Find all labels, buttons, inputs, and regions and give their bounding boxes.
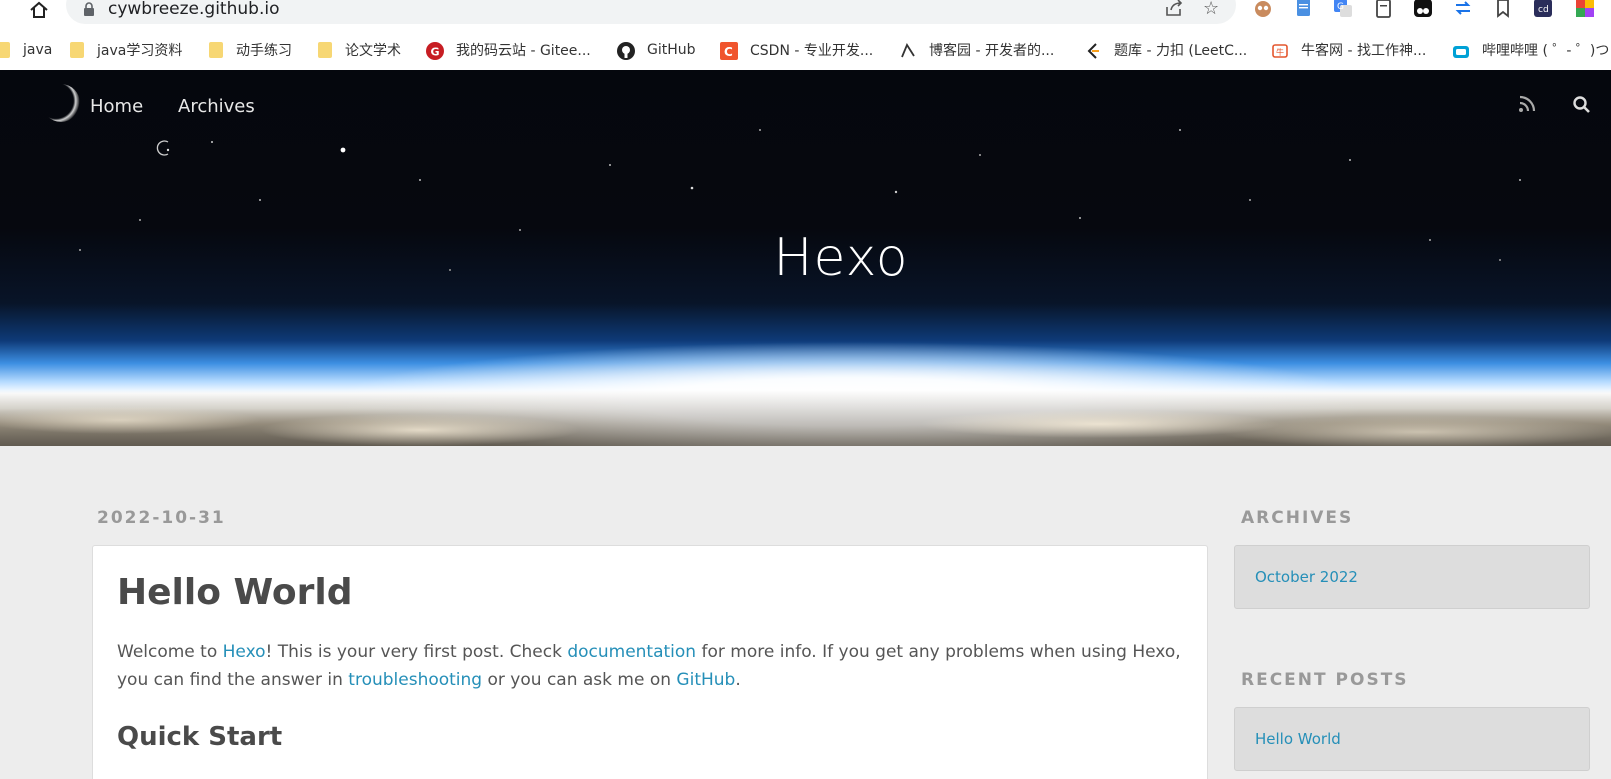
recent-posts-widget: Hello World [1234,707,1590,771]
bookmark-label: 题库 - 力扣 (LeetC... [1114,43,1248,59]
recent-posts-widget-title: RECENT POSTS [1241,670,1409,690]
rss-icon[interactable] [1518,95,1536,113]
svg-text:C: C [724,45,733,59]
nowcoder-icon: 牛 [1271,42,1288,59]
share-icon[interactable] [1163,0,1185,18]
home-icon[interactable] [28,0,50,20]
archive-link-october-2022[interactable]: October 2022 [1255,568,1358,586]
bookmark-label: 博客园 - 开发者的... [929,43,1055,59]
github-link[interactable]: GitHub [676,670,735,690]
extension-dark-icon[interactable]: cd [1532,0,1554,19]
archives-widget: October 2022 [1234,545,1590,609]
browser-address-row: cywbreeze.github.io ☆ G cd [0,0,1611,30]
bookmark-label: 论文学术 [345,43,401,59]
nav-home[interactable]: Home [90,96,143,117]
bookmarks-bar: java java学习资料 动手练习 论文学术 G 我的码云站 - Gitee.… [0,30,1611,70]
svg-text:cd: cd [1538,5,1549,15]
bookmark-label: 动手练习 [236,43,292,59]
post-title[interactable]: Hello World [117,572,353,613]
bookmark-practice[interactable]: 动手练习 [209,38,292,62]
post-intro: Welcome to Hexo! This is your very first… [117,638,1187,694]
csdn-icon: C [720,41,738,60]
bookmark-label: java [23,42,53,58]
troubleshooting-link[interactable]: troubleshooting [348,670,482,690]
bookmark-label: GitHub [647,42,696,58]
extension-doc-icon[interactable] [1292,0,1314,19]
intro-text: . [735,670,741,690]
bookmark-nowcoder[interactable]: 牛 牛客网 - 找工作神... [1271,38,1426,62]
bookmark-csdn[interactable]: C CSDN - 专业开发... [720,38,873,62]
extension-face-icon[interactable] [1252,0,1274,19]
svg-text:牛: 牛 [1276,47,1284,57]
recent-post-link-hello-world[interactable]: Hello World [1255,730,1341,748]
intro-text: ! This is your very first post. Check [265,642,568,662]
extension-sync-icon[interactable] [1452,0,1474,19]
svg-text:G: G [431,45,440,58]
github-icon [617,41,635,60]
post-date[interactable]: 2022-10-31 [97,508,226,528]
folder-icon [318,42,332,58]
extension-palette-icon[interactable] [1574,0,1596,19]
archives-widget-title: ARCHIVES [1241,508,1354,528]
site-title[interactable]: Hexo [0,228,1611,288]
search-icon[interactable] [1572,95,1590,113]
bookmark-leetcode[interactable]: 题库 - 力扣 (LeetC... [1084,38,1247,62]
extension-tampermonkey-icon[interactable] [1412,0,1434,19]
folder-icon [0,42,10,58]
site-logo-moon-icon[interactable] [42,84,80,122]
bookmark-label: java学习资料 [97,43,183,59]
cnblogs-icon [899,42,916,59]
folder-icon [70,42,84,58]
extension-clipboard-icon[interactable] [1372,0,1394,19]
lock-icon[interactable] [82,1,96,17]
folder-icon [209,42,223,58]
bookmark-label: 牛客网 - 找工作神... [1301,43,1427,59]
bookmark-label: CSDN - 专业开发... [750,43,874,59]
documentation-link[interactable]: documentation [567,642,696,662]
bookmark-papers[interactable]: 论文学术 [318,38,401,62]
hexo-link[interactable]: Hexo [223,642,266,662]
bookmark-java[interactable]: java [0,38,52,62]
earth-horizon [0,390,1611,446]
bookmark-bilibili[interactable]: 哔哩哔哩 ( ゜- ゜)つ [1452,38,1609,62]
bookmark-label: 我的码云站 - Gitee... [456,43,591,59]
address-url[interactable]: cywbreeze.github.io [108,0,279,19]
bookmark-cnblogs[interactable]: 博客园 - 开发者的... [899,38,1054,62]
nav-archives[interactable]: Archives [178,96,255,117]
svg-text:G: G [1337,2,1344,12]
bookmark-github[interactable]: GitHub [617,38,696,62]
bookmark-star-icon[interactable]: ☆ [1203,0,1223,18]
section-heading: Quick Start [117,722,283,752]
site-header-banner: Home Archives Hexo [0,70,1611,446]
post-article: Hello World Welcome to Hexo! This is you… [92,545,1208,779]
bookmark-gitee[interactable]: G 我的码云站 - Gitee... [426,38,591,62]
intro-text: or you can ask me on [482,670,677,690]
leetcode-icon [1084,42,1101,59]
gitee-icon: G [426,41,444,60]
bookmark-java-study[interactable]: java学习资料 [70,38,182,62]
extension-bookmark-icon[interactable] [1492,0,1514,19]
bookmark-label: 哔哩哔哩 ( ゜- ゜)つ [1482,43,1610,59]
bilibili-icon [1452,42,1469,59]
intro-text: Welcome to [117,642,223,662]
extension-translate-icon[interactable]: G [1332,0,1354,19]
